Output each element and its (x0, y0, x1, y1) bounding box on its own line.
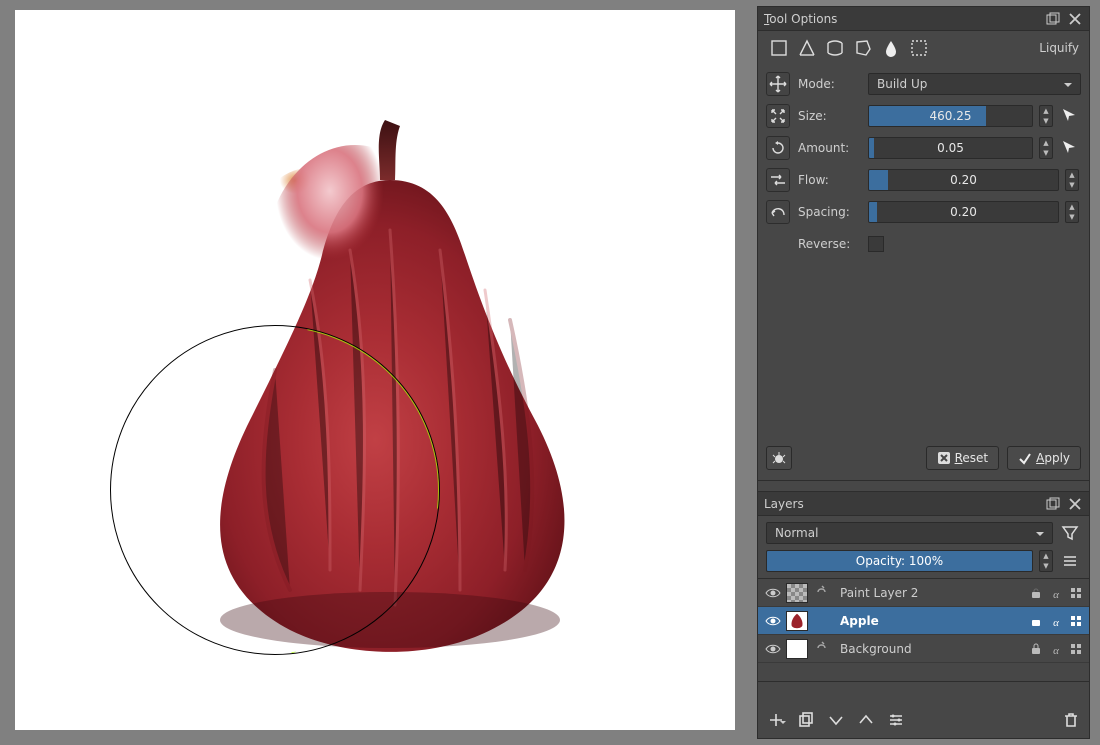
lock-icon[interactable] (1029, 643, 1043, 655)
alpha-icon[interactable]: α (1047, 641, 1065, 657)
opacity-value: Opacity: 100% (856, 554, 943, 568)
layer-name: Apple (834, 614, 1025, 628)
size-input[interactable]: 460.25 (868, 105, 1033, 127)
reset-button[interactable]: Reset (926, 446, 1000, 470)
mode-label: Mode: (798, 77, 862, 91)
amount-spinner[interactable]: ▲▼ (1039, 137, 1053, 159)
inherit-alpha-icon[interactable] (1069, 587, 1083, 599)
rotate-mode-icon[interactable] (766, 136, 790, 160)
offset-mode-icon[interactable] (766, 168, 790, 192)
brush-outline-cursor (110, 325, 440, 655)
size-label: Size: (798, 109, 862, 123)
scale-mode-icon[interactable] (766, 104, 790, 128)
tool-options-tabs: Liquify (758, 31, 1089, 65)
spacing-value: 0.20 (950, 205, 977, 219)
layer-row[interactable]: Paint Layer 2 α (758, 579, 1089, 607)
move-mode-icon[interactable] (766, 72, 790, 96)
layer-properties-button[interactable] (884, 708, 908, 732)
size-value: 460.25 (930, 109, 972, 123)
tool-options-title: Tool Options (764, 12, 1039, 26)
filter-icon[interactable] (1059, 522, 1081, 544)
layer-row[interactable]: Background α (758, 635, 1089, 663)
bug-report-button[interactable] (766, 446, 792, 470)
layer-row[interactable]: Apple α (758, 607, 1089, 635)
amount-label: Amount: (798, 141, 862, 155)
layers-panel: Layers Normal Opacity: 100% ▲▼ Paint Lay… (757, 491, 1090, 739)
alpha-icon[interactable]: α (1047, 613, 1065, 629)
flow-label: Flow: (798, 173, 862, 187)
transform-perspective-icon[interactable] (796, 37, 818, 59)
layer-list: Paint Layer 2 α Apple α Background α (758, 578, 1089, 682)
mode-select[interactable]: Build Up (868, 73, 1081, 95)
blend-mode-value: Normal (775, 526, 818, 540)
amount-input[interactable]: 0.05 (868, 137, 1033, 159)
layer-menu-icon[interactable] (1059, 550, 1081, 572)
opacity-spinner[interactable]: ▲▼ (1039, 550, 1053, 572)
apply-button[interactable]: Apply (1007, 446, 1081, 470)
visibility-icon[interactable] (764, 613, 782, 629)
mode-value: Build Up (877, 77, 927, 91)
spacing-label: Spacing: (798, 205, 862, 219)
layer-thumbnail (786, 583, 808, 603)
transform-warp-icon[interactable] (824, 37, 846, 59)
layer-thumbnail (786, 611, 808, 631)
amount-dropper-icon[interactable] (1061, 139, 1081, 158)
undo-mode-icon[interactable] (766, 200, 790, 224)
flow-input[interactable]: 0.20 (868, 169, 1059, 191)
spacing-spinner[interactable]: ▲▼ (1065, 201, 1079, 223)
move-layer-up-button[interactable] (854, 708, 878, 732)
layer-edited-icon (812, 639, 830, 659)
transform-free-icon[interactable] (768, 37, 790, 59)
visibility-icon[interactable] (764, 585, 782, 601)
tool-options-panel: Tool Options Liquify Mode: Build Up Size… (757, 6, 1090, 481)
visibility-icon[interactable] (764, 641, 782, 657)
move-layer-down-button[interactable] (824, 708, 848, 732)
size-dropper-icon[interactable] (1061, 107, 1081, 126)
delete-layer-button[interactable] (1059, 708, 1083, 732)
layer-name: Paint Layer 2 (834, 586, 1025, 600)
layer-edited-icon (812, 611, 830, 631)
float-panel-icon[interactable] (1045, 496, 1061, 512)
opacity-slider[interactable]: Opacity: 100% (766, 550, 1033, 572)
close-panel-icon[interactable] (1067, 11, 1083, 27)
blend-mode-select[interactable]: Normal (766, 522, 1053, 544)
flow-value: 0.20 (950, 173, 977, 187)
reverse-label: Reverse: (798, 237, 862, 251)
inherit-alpha-icon[interactable] (1069, 615, 1083, 627)
transform-mesh-icon[interactable] (908, 37, 930, 59)
close-panel-icon[interactable] (1067, 496, 1083, 512)
layer-thumbnail (786, 639, 808, 659)
reverse-checkbox[interactable] (868, 236, 884, 252)
tool-options-header: Tool Options (758, 7, 1089, 31)
duplicate-layer-button[interactable] (794, 708, 818, 732)
amount-value: 0.05 (937, 141, 964, 155)
transform-cage-icon[interactable] (852, 37, 874, 59)
layers-header: Layers (758, 492, 1089, 516)
add-layer-button[interactable] (764, 708, 788, 732)
layers-title: Layers (764, 497, 1039, 511)
lock-icon[interactable] (1029, 615, 1043, 627)
transform-liquify-icon[interactable] (880, 37, 902, 59)
layer-edited-icon (812, 583, 830, 603)
flow-spinner[interactable]: ▲▼ (1065, 169, 1079, 191)
alpha-icon[interactable]: α (1047, 585, 1065, 601)
size-spinner[interactable]: ▲▼ (1039, 105, 1053, 127)
lock-icon[interactable] (1029, 587, 1043, 599)
active-tab-label: Liquify (1039, 41, 1079, 55)
float-panel-icon[interactable] (1045, 11, 1061, 27)
layer-name: Background (834, 642, 1025, 656)
inherit-alpha-icon[interactable] (1069, 643, 1083, 655)
spacing-input[interactable]: 0.20 (868, 201, 1059, 223)
canvas[interactable] (15, 10, 735, 730)
